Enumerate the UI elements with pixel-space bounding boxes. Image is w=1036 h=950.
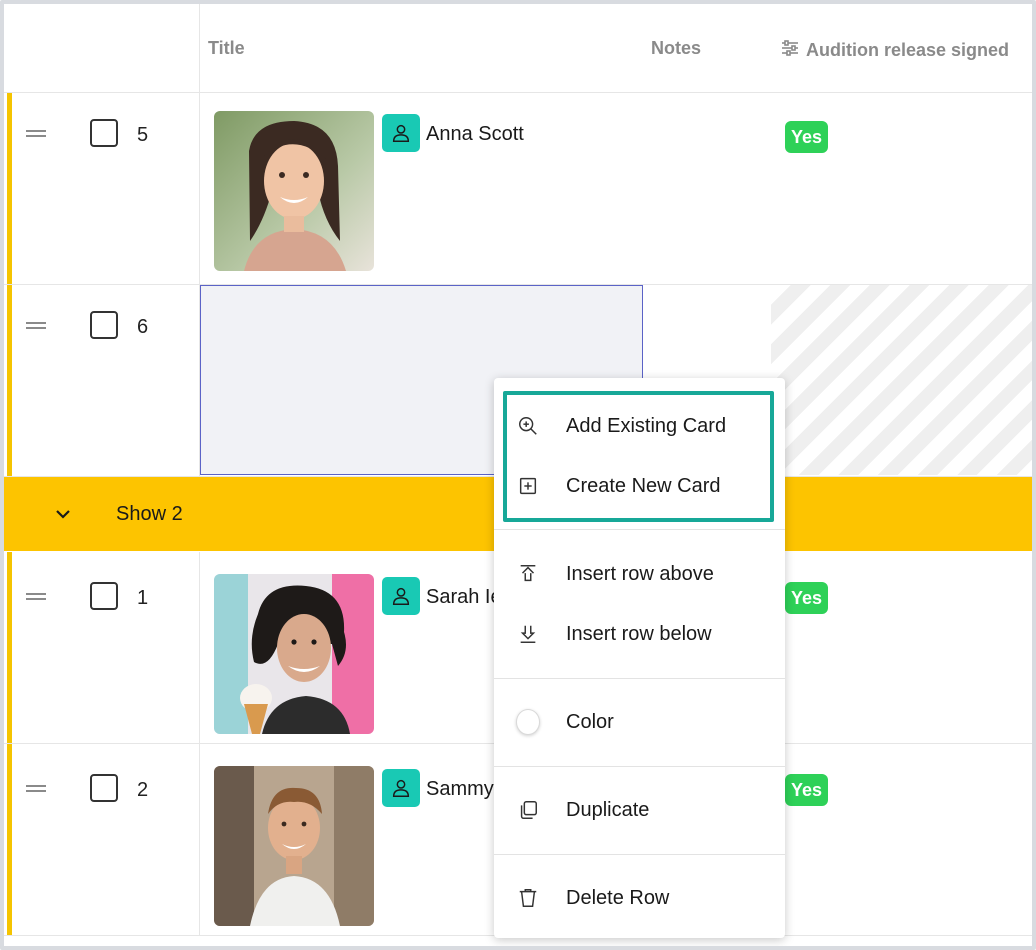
trash-icon [516, 886, 540, 910]
yes-badge: Yes [785, 774, 829, 806]
row-checkbox[interactable] [90, 311, 118, 339]
user-icon [382, 577, 420, 615]
menu-item-label: Add Existing Card [566, 414, 727, 437]
column-header-audition[interactable]: Audition release signed [780, 38, 1009, 63]
user-icon [382, 769, 420, 807]
drag-handle-icon[interactable] [26, 129, 48, 139]
disabled-cell-hatch [771, 285, 1032, 475]
row-checkbox[interactable] [90, 119, 118, 147]
menu-divider [494, 529, 785, 530]
menu-item-color[interactable]: Color [494, 694, 785, 750]
menu-item-delete-row[interactable]: Delete Row [494, 870, 785, 926]
zoom-in-icon [516, 414, 540, 438]
row-controls [4, 552, 200, 743]
row-controls [4, 744, 200, 935]
menu-item-label: Insert row below [566, 622, 712, 645]
user-icon [382, 114, 420, 152]
drag-handle-icon[interactable] [26, 784, 48, 794]
woman-ice-cream-photo[interactable] [214, 574, 374, 734]
chevron-down-icon[interactable] [54, 505, 72, 523]
row-number: 2 [137, 779, 149, 801]
table-header: Title Notes Audition release signed [4, 4, 1032, 93]
column-header-title[interactable]: Title [208, 38, 245, 59]
man-smiling-photo[interactable] [214, 766, 374, 926]
card-name[interactable]: Anna Scott [426, 123, 524, 146]
plus-square-icon [516, 474, 540, 498]
insert-above-icon [516, 562, 540, 586]
menu-divider [494, 766, 785, 767]
column-header-audition-label: Audition release signed [806, 40, 1010, 60]
menu-item-insert-row-above[interactable]: Insert row above [494, 546, 785, 602]
menu-divider [494, 678, 785, 679]
header-left-cell [4, 4, 200, 92]
menu-divider [494, 854, 785, 855]
drag-handle-icon[interactable] [26, 592, 48, 602]
group-label: Show 2 [116, 503, 183, 525]
menu-item-label: Insert row above [566, 562, 714, 585]
card-name[interactable]: Sammy [426, 778, 494, 801]
menu-item-create-new-card[interactable]: Create New Card [494, 458, 785, 514]
column-header-notes[interactable]: Notes [651, 38, 701, 59]
row-context-menu: Add Existing Card Create New Card Insert… [494, 378, 785, 938]
color-circle-icon [516, 709, 540, 735]
duplicate-icon [516, 798, 540, 822]
table-frame: Title Notes Audition release signed 5 An… [0, 0, 1036, 950]
menu-item-insert-row-below[interactable]: Insert row below [494, 606, 785, 662]
row-checkbox[interactable] [90, 582, 118, 610]
menu-item-label: Color [566, 710, 614, 733]
menu-item-label: Create New Card [566, 474, 721, 497]
sliders-icon [780, 38, 800, 63]
row-number: 6 [137, 316, 149, 338]
menu-item-duplicate[interactable]: Duplicate [494, 782, 785, 838]
drag-handle-icon[interactable] [26, 321, 48, 331]
card-name[interactable]: Sarah Ie [426, 586, 502, 609]
woman-smiling-photo[interactable] [214, 111, 374, 271]
menu-item-add-existing-card[interactable]: Add Existing Card [494, 398, 785, 454]
row-checkbox[interactable] [90, 774, 118, 802]
row-number: 5 [137, 124, 149, 146]
table-row[interactable]: 5 Anna Scott Yes [4, 93, 1032, 285]
row-number: 1 [137, 587, 149, 609]
yes-badge: Yes [785, 582, 829, 614]
yes-badge: Yes [785, 121, 829, 153]
insert-below-icon [516, 622, 540, 646]
menu-item-label: Duplicate [566, 798, 650, 821]
menu-item-label: Delete Row [566, 886, 670, 909]
